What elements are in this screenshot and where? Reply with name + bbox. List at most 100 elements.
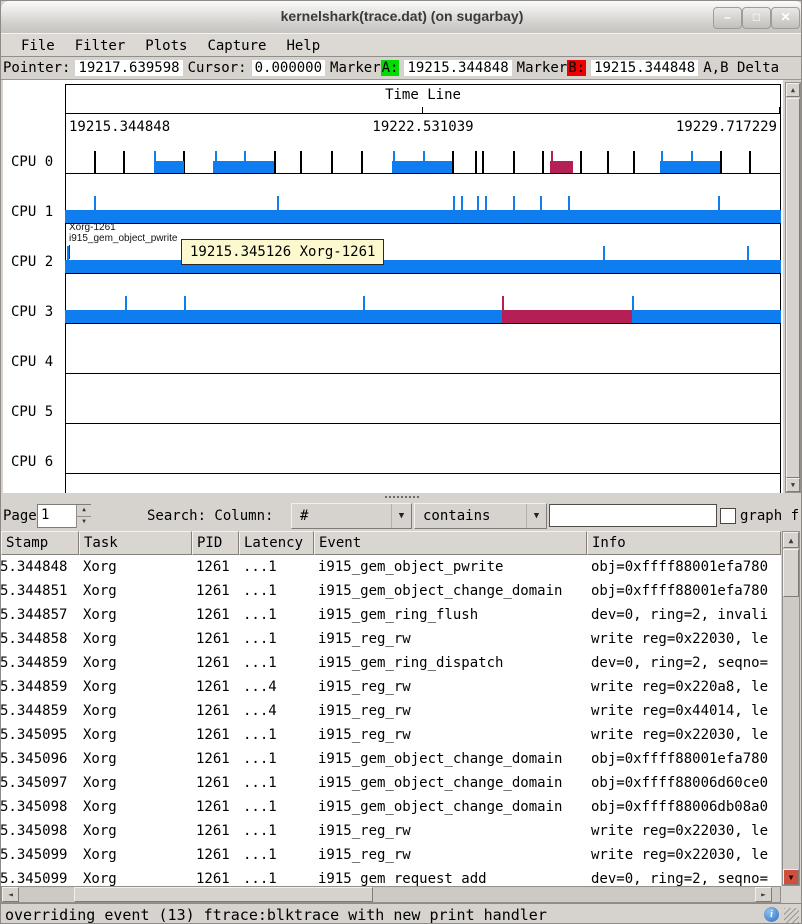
column-header-info[interactable]: Info bbox=[587, 531, 781, 555]
event-tick bbox=[513, 196, 515, 210]
cpu-label-3: CPU 3 bbox=[11, 304, 53, 320]
search-input[interactable] bbox=[549, 504, 717, 527]
event-tick bbox=[580, 151, 582, 173]
cpu-task-bar[interactable] bbox=[392, 161, 451, 173]
maximize-icon[interactable]: □ bbox=[742, 7, 771, 29]
cpu-label-2: CPU 2 bbox=[11, 254, 53, 270]
cpu-task-bar[interactable] bbox=[213, 161, 274, 173]
table-row[interactable]: 5.344848Xorg1261...1i915_gem_object_pwri… bbox=[1, 555, 781, 579]
cell: dev=0, ring=2, invali bbox=[587, 603, 781, 627]
cell: 1261 bbox=[192, 603, 239, 627]
column-header-pid[interactable]: PID bbox=[192, 531, 239, 555]
cell: 5.344859 bbox=[1, 699, 79, 723]
graph-vscroll-thumb[interactable] bbox=[786, 98, 800, 478]
cell: 1261 bbox=[192, 651, 239, 675]
title-bar[interactable]: kernelshark(trace.dat) (on sugarbay) – □… bbox=[1, 1, 802, 34]
table-vscrollbar[interactable]: ▲ ▼ bbox=[782, 531, 800, 886]
table-row[interactable]: 5.345097Xorg1261...1i915_gem_object_chan… bbox=[1, 771, 781, 795]
graph-vscrollbar[interactable]: ▲ ▼ bbox=[785, 82, 801, 493]
event-tick bbox=[513, 151, 515, 173]
resize-grip-icon[interactable] bbox=[784, 908, 799, 923]
cpu-task-bar[interactable] bbox=[154, 161, 184, 173]
marker-b-label: Marker bbox=[517, 60, 568, 76]
cpu-baseline bbox=[65, 273, 781, 274]
marker-event-label: i915_gem_object_pwrite bbox=[69, 233, 177, 244]
cell: 1261 bbox=[192, 867, 239, 886]
table-row[interactable]: 5.344858Xorg1261...1i915_reg_rwwrite reg… bbox=[1, 627, 781, 651]
search-toolbar: Page 1 ▲ ▼ Search: Column: # ▼ contains … bbox=[1, 501, 802, 531]
table-vscroll-thumb[interactable] bbox=[783, 549, 799, 597]
event-tick bbox=[568, 196, 570, 210]
spin-down-icon[interactable]: ▼ bbox=[76, 516, 91, 528]
page-spinner[interactable]: 1 ▲ ▼ bbox=[37, 504, 91, 528]
column-header-latency[interactable]: Latency bbox=[239, 531, 314, 555]
table-row[interactable]: 5.344851Xorg1261...1i915_gem_object_chan… bbox=[1, 579, 781, 603]
close-icon[interactable]: ✕ bbox=[771, 7, 800, 29]
menu-plots[interactable]: Plots bbox=[135, 34, 197, 58]
column-header-stamp[interactable]: Stamp bbox=[1, 531, 79, 555]
table-row[interactable]: 5.345099Xorg1261...1i915_gem_request_add… bbox=[1, 867, 781, 886]
cell: i915_reg_rw bbox=[314, 675, 587, 699]
spin-up-icon[interactable]: ▲ bbox=[76, 505, 91, 516]
cell: i915_reg_rw bbox=[314, 627, 587, 651]
cell: ...1 bbox=[239, 771, 314, 795]
column-header-event[interactable]: Event bbox=[314, 531, 587, 555]
cursor-label: Cursor: bbox=[188, 60, 247, 76]
cell: obj=0xffff88001efa780 bbox=[587, 579, 781, 603]
cell: ...1 bbox=[239, 555, 314, 579]
table-row[interactable]: 5.345098Xorg1261...1i915_gem_object_chan… bbox=[1, 795, 781, 819]
marker-b-badge: B: bbox=[567, 60, 586, 76]
graph-follows-checkbox[interactable] bbox=[720, 508, 736, 524]
scroll-left-icon[interactable]: ◄ bbox=[2, 887, 19, 902]
cell: 1261 bbox=[192, 771, 239, 795]
menu-filter[interactable]: Filter bbox=[65, 34, 136, 58]
table-row[interactable]: 5.344859Xorg1261...4i915_reg_rwwrite reg… bbox=[1, 699, 781, 723]
event-tick bbox=[184, 296, 186, 310]
kernelshark-window: kernelshark(trace.dat) (on sugarbay) – □… bbox=[0, 0, 802, 924]
window-title: kernelshark(trace.dat) (on sugarbay) bbox=[1, 8, 802, 24]
ab-delta-label: A,B Delta bbox=[703, 60, 779, 76]
event-tick bbox=[749, 151, 751, 173]
table-row[interactable]: 5.345098Xorg1261...1i915_reg_rwwrite reg… bbox=[1, 819, 781, 843]
cpu-baseline bbox=[65, 173, 781, 174]
scroll-up-icon[interactable]: ▲ bbox=[786, 83, 800, 97]
minimize-icon[interactable]: – bbox=[713, 7, 742, 29]
scroll-down-icon[interactable]: ▼ bbox=[786, 478, 800, 492]
menu-help[interactable]: Help bbox=[276, 34, 330, 58]
table-row[interactable]: 5.344857Xorg1261...1i915_gem_ring_flushd… bbox=[1, 603, 781, 627]
cell: i915_gem_object_change_domain bbox=[314, 579, 587, 603]
timeline-graph[interactable]: Time Line 19215.344848 19222.531039 1922… bbox=[3, 80, 783, 493]
info-icon[interactable]: i bbox=[764, 907, 779, 922]
cell: ...1 bbox=[239, 867, 314, 886]
cell: 5.345097 bbox=[1, 771, 79, 795]
event-tick bbox=[607, 151, 609, 173]
menu-capture[interactable]: Capture bbox=[197, 34, 276, 58]
pane-splitter[interactable] bbox=[1, 493, 802, 501]
scroll-right-icon[interactable]: ► bbox=[755, 887, 772, 902]
column-select-value: # bbox=[300, 508, 308, 524]
scroll-up-icon[interactable]: ▲ bbox=[783, 532, 799, 548]
table-hscroll-thumb[interactable] bbox=[74, 887, 373, 902]
scroll-down-icon[interactable]: ▼ bbox=[783, 869, 799, 885]
splitter-grip-icon[interactable] bbox=[385, 496, 419, 498]
table-row[interactable]: 5.345096Xorg1261...1i915_gem_object_chan… bbox=[1, 747, 781, 771]
cpu-task-segment[interactable] bbox=[502, 310, 632, 323]
cpu-task-bar[interactable] bbox=[65, 210, 781, 223]
table-row[interactable]: 5.344859Xorg1261...1i915_gem_ring_dispat… bbox=[1, 651, 781, 675]
event-tick bbox=[300, 151, 302, 173]
table-hscrollbar[interactable]: ◄ ► bbox=[1, 886, 781, 903]
column-select[interactable]: # ▼ bbox=[291, 503, 412, 529]
cpu-task-bar[interactable] bbox=[550, 161, 572, 173]
table-row[interactable]: 5.345095Xorg1261...1i915_reg_rwwrite reg… bbox=[1, 723, 781, 747]
cpu-task-bar[interactable] bbox=[660, 161, 720, 173]
cpu-task-bar[interactable] bbox=[65, 260, 781, 273]
menu-file[interactable]: File bbox=[11, 34, 65, 58]
match-select[interactable]: contains ▼ bbox=[414, 503, 547, 529]
event-tick bbox=[361, 151, 363, 173]
table-row[interactable]: 5.345099Xorg1261...1i915_reg_rwwrite reg… bbox=[1, 843, 781, 867]
table-row[interactable]: 5.344859Xorg1261...4i915_reg_rwwrite reg… bbox=[1, 675, 781, 699]
cpu-task-bar[interactable] bbox=[65, 310, 781, 323]
cell: write reg=0x22030, le bbox=[587, 819, 781, 843]
column-header-task[interactable]: Task bbox=[79, 531, 192, 555]
pointer-label: Pointer: bbox=[3, 60, 70, 76]
